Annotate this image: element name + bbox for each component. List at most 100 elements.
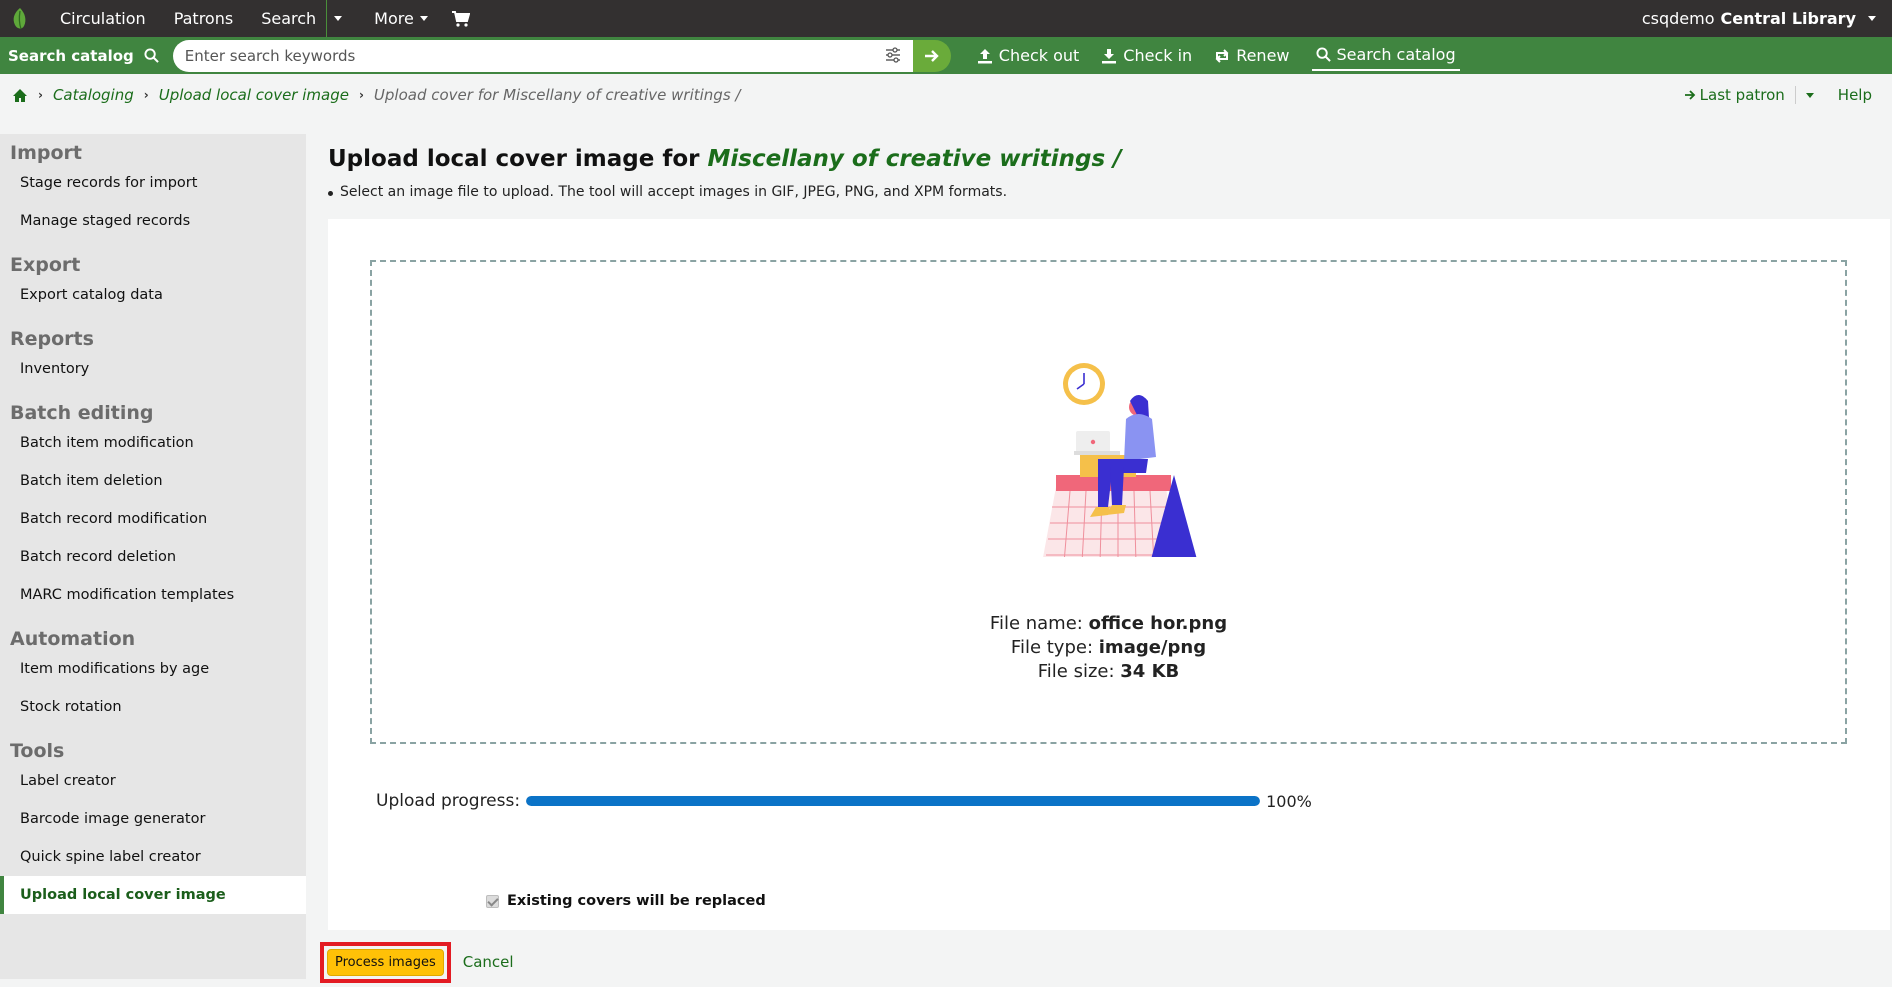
file-dropzone[interactable]: File name: office hor.png File type: ima… [370, 260, 1847, 744]
replace-covers-label: Existing covers will be replaced [507, 893, 766, 909]
arrow-right-icon [925, 49, 939, 62]
last-patron-link[interactable]: Last patron [1684, 86, 1796, 104]
search-bar: Search catalog Check out Check in Renew … [0, 37, 1892, 74]
renew-icon [1215, 48, 1229, 63]
top-navbar: Circulation Patrons Search More csqdemo … [0, 0, 1892, 37]
last-patron-label: Last patron [1699, 86, 1785, 104]
breadcrumb-upload-cover[interactable]: Upload local cover image [159, 86, 349, 104]
chevron-right-icon: › [143, 88, 149, 102]
checkin-link[interactable]: Check in [1101, 41, 1192, 71]
file-size-value: 34 KB [1120, 661, 1180, 682]
sidebar-item-batch-item-modification[interactable]: Batch item modification [0, 424, 306, 462]
user-name: csqdemo [1641, 9, 1715, 28]
upload-icon [977, 48, 992, 63]
file-size-row: File size: 34 KB [372, 660, 1845, 684]
sidebar-heading-automation: Automation [10, 628, 136, 650]
last-patron-dropdown[interactable] [1796, 92, 1824, 98]
search-input[interactable] [172, 39, 853, 72]
sidebar-item-stage-records[interactable]: Stage records for import [0, 164, 306, 202]
breadcrumb: › Cataloging › Upload local cover image … [0, 74, 1892, 116]
upload-illustration [1043, 363, 1197, 557]
upload-progress-label: Upload progress: [376, 791, 521, 811]
library-name: Central Library [1720, 9, 1856, 28]
search-options-icon[interactable] [885, 46, 901, 63]
file-type-label: File type: [1010, 637, 1094, 658]
search-type-selector[interactable]: Search catalog [0, 37, 169, 74]
search-type-label: Search catalog [8, 46, 134, 65]
progress-fill [526, 796, 1261, 806]
sidebar-item-barcode-generator[interactable]: Barcode image generator [0, 800, 306, 838]
caret-down-icon [333, 16, 342, 21]
file-info: File name: office hor.png File type: ima… [372, 612, 1845, 684]
nav-circulation[interactable]: Circulation [46, 0, 160, 37]
sidebar-item-batch-record-deletion[interactable]: Batch record deletion [0, 538, 306, 576]
page-title: Upload local cover image for Miscellany … [328, 146, 1122, 172]
download-icon [1102, 48, 1117, 63]
progress-percent: 100% [1266, 791, 1312, 811]
file-name-row: File name: office hor.png [372, 612, 1845, 636]
sidebar-item-manage-staged[interactable]: Manage staged records [0, 202, 306, 240]
process-highlight: Process images [320, 941, 451, 983]
sidebar-item-inventory[interactable]: Inventory [0, 350, 306, 388]
upload-progress: Upload progress: 100% [376, 791, 1312, 811]
upload-hint: Select an image file to upload. The tool… [327, 184, 1008, 200]
file-type-row: File type: image/png [372, 636, 1845, 660]
checkout-link[interactable]: Check out [977, 41, 1080, 71]
replace-covers-checkbox[interactable] [486, 894, 499, 908]
sidebar-heading-reports: Reports [10, 328, 94, 350]
koha-logo-icon[interactable] [2, 0, 38, 37]
sidebar-item-export-catalog[interactable]: Export catalog data [0, 276, 306, 314]
search-dropdown-toggle[interactable] [326, 0, 348, 37]
sidebar-heading-tools: Tools [10, 740, 65, 762]
nav-more-label: More [374, 9, 414, 28]
chevron-right-icon: › [38, 88, 43, 102]
sidebar-item-batch-record-modification[interactable]: Batch record modification [0, 500, 306, 538]
progress-track [526, 796, 1261, 806]
sidebar-item-spine-label[interactable]: Quick spine label creator [0, 838, 306, 876]
search-submit-button[interactable] [912, 39, 951, 72]
sidebar-heading-import: Import [10, 142, 82, 164]
checkout-label: Check out [998, 46, 1080, 65]
cart-icon[interactable] [442, 0, 480, 37]
page-title-prefix: Upload local cover image for [328, 146, 708, 172]
process-images-button[interactable]: Process images [327, 948, 444, 976]
help-link[interactable]: Help [1838, 86, 1872, 104]
cancel-link[interactable]: Cancel [463, 953, 514, 971]
breadcrumb-right: Last patron Help [1684, 74, 1872, 116]
sidebar-menu: Import Stage records for import Manage s… [0, 134, 306, 979]
sidebar-item-modifications-by-age[interactable]: Item modifications by age [0, 650, 306, 688]
sidebar-item-upload-cover[interactable]: Upload local cover image [0, 876, 306, 914]
checkin-label: Check in [1123, 46, 1193, 65]
form-actions: Process images Cancel [320, 937, 514, 987]
nav-patrons[interactable]: Patrons [160, 0, 248, 37]
caret-down-icon [419, 16, 428, 21]
sidebar-item-marc-templates[interactable]: MARC modification templates [0, 576, 306, 614]
file-name-value: office hor.png [1088, 613, 1228, 634]
search-catalog-link[interactable]: Search catalog [1311, 41, 1460, 71]
sidebar-item-stock-rotation[interactable]: Stock rotation [0, 688, 306, 726]
renew-label: Renew [1236, 46, 1290, 65]
nav-more[interactable]: More [360, 0, 442, 37]
sidebar-heading-export: Export [10, 254, 81, 276]
breadcrumb-cataloging[interactable]: Cataloging [53, 86, 134, 104]
search-field-wrap [172, 39, 913, 72]
sidebar-item-batch-item-deletion[interactable]: Batch item deletion [0, 462, 306, 500]
search-catalog-label: Search catalog [1336, 45, 1456, 64]
upload-panel: File name: office hor.png File type: ima… [328, 219, 1890, 930]
renew-link[interactable]: Renew [1214, 41, 1290, 71]
search-icon [144, 48, 159, 63]
breadcrumb-current: Upload cover for Miscellany of creative … [373, 86, 741, 104]
user-menu[interactable]: csqdemo Central Library [1642, 0, 1876, 37]
chevron-right-icon: › [358, 88, 364, 102]
file-type-value: image/png [1098, 637, 1207, 658]
caret-down-icon [1805, 92, 1814, 98]
sidebar-item-label-creator[interactable]: Label creator [0, 762, 306, 800]
quick-links: Check out Check in Renew Search catalog [977, 41, 1460, 71]
file-name-label: File name: [989, 613, 1083, 634]
file-size-label: File size: [1037, 661, 1115, 682]
nav-search[interactable]: Search [247, 0, 326, 37]
arrow-right-icon [1684, 90, 1695, 100]
home-icon[interactable] [12, 88, 28, 103]
caret-down-icon [1868, 16, 1876, 21]
book-title-link[interactable]: Miscellany of creative writings / [708, 146, 1122, 172]
